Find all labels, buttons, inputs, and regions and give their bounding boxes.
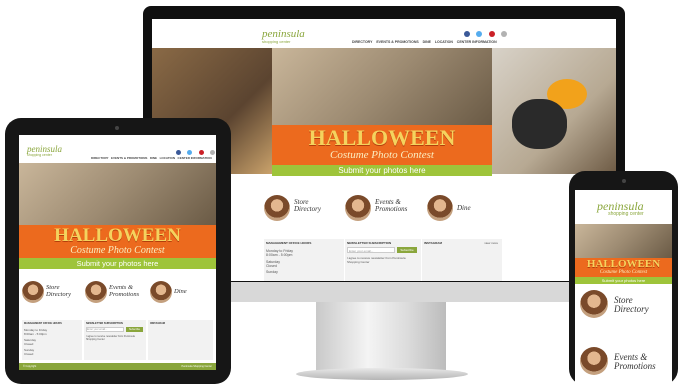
store-directory-image[interactable] <box>22 281 44 303</box>
nav-center-info[interactable]: CENTER INFORMATION <box>457 40 497 44</box>
tablet-camera <box>115 126 119 130</box>
tablet-office-hours: MANAGEMENT OFFICE HOURS Monday to Friday… <box>22 320 82 360</box>
site-logo[interactable]: peninsula shopping center <box>262 29 305 44</box>
events-image[interactable] <box>85 281 107 303</box>
office-hours-panel: MANAGEMENT OFFICE HOURS Monday to Friday… <box>264 239 344 281</box>
tablet-main-nav: DIRECTORY EVENTS & PROMOTIONS DINE LOCAT… <box>91 156 212 160</box>
events-link[interactable]: Events & Promotions <box>375 198 420 214</box>
newsletter-optin[interactable]: I agree to receive newsletter from Penin… <box>347 256 417 264</box>
tablet-banner-photo <box>19 163 216 225</box>
footer-credit: Peninsula Shopping Center <box>181 365 212 368</box>
dog-icon <box>512 99 567 149</box>
nav-events[interactable]: EVENTS & PROMOTIONS <box>111 156 147 160</box>
subscribe-button[interactable]: Subscribe <box>126 327 143 332</box>
tablet-newsletter: NEWSLETTER SUBSCRIPTION Enter your email… <box>84 320 146 360</box>
nav-dine[interactable]: DINE <box>150 156 157 160</box>
nav-center-info[interactable]: CENTER INFORMATION <box>178 156 212 160</box>
banner-cta[interactable]: Submit your photos here <box>272 165 492 176</box>
twitter-icon[interactable] <box>476 31 483 37</box>
store-directory-link[interactable]: Store Directory <box>294 198 334 214</box>
nav-dine[interactable]: DINE <box>423 40 431 44</box>
tablet-site-logo[interactable]: peninsula shopping center <box>27 145 62 158</box>
phone-banner-cta[interactable]: Submit your photos here <box>575 277 672 284</box>
hero-banner-photo <box>272 48 492 125</box>
store-directory-link[interactable]: Store Directory <box>614 295 664 315</box>
phone-banner-orange[interactable]: HALLOWEEN Costume Photo Contest <box>575 258 672 277</box>
instagram-icon[interactable] <box>501 31 508 37</box>
tablet-screen: peninsula shopping center DIRECTORY EVEN… <box>19 135 216 370</box>
nav-location[interactable]: LOCATION <box>160 156 175 160</box>
dine-image[interactable] <box>427 195 453 221</box>
phone-banner-photo <box>575 224 672 258</box>
nav-location[interactable]: LOCATION <box>435 40 453 44</box>
events-link[interactable]: Events & Promotions <box>109 284 149 299</box>
newsletter-panel: NEWSLETTER SUBSCRIPTION Enter your email… <box>345 239 421 281</box>
subscribe-button[interactable]: Subscribe <box>397 247 417 253</box>
hero-banner-orange[interactable]: HALLOWEEN Costume Photo Contest <box>272 125 492 165</box>
nav-directory[interactable]: DIRECTORY <box>352 40 372 44</box>
main-nav: DIRECTORY EVENTS & PROMOTIONS DINE LOCAT… <box>352 40 497 44</box>
store-directory-link[interactable]: Store Directory <box>46 284 80 299</box>
newsletter-email-input[interactable]: Enter your email... <box>86 327 124 332</box>
instagram-panel: INSTAGRAM view more <box>422 239 502 281</box>
instagram-view-more[interactable]: view more <box>484 241 498 245</box>
banner-title: HALLOWEEN <box>308 125 456 150</box>
pinterest-icon[interactable] <box>198 150 204 155</box>
tablet-instagram: INSTAGRAM <box>148 320 213 360</box>
events-image[interactable] <box>580 347 608 375</box>
phone-camera <box>622 179 626 183</box>
phone-site-logo[interactable]: peninsula shopping center <box>597 200 644 217</box>
banner-subtitle: Costume Photo Contest <box>330 149 434 161</box>
twitter-icon[interactable] <box>187 150 193 155</box>
nav-directory[interactable]: DIRECTORY <box>91 156 109 160</box>
dine-link[interactable]: Dine <box>174 288 204 296</box>
newsletter-email-input[interactable]: Enter your email... <box>347 247 395 253</box>
facebook-icon[interactable] <box>464 31 470 37</box>
nav-events[interactable]: EVENTS & PROMOTIONS <box>376 40 418 44</box>
phone-screen: peninsula shopping center HALLOWEEN Cost… <box>575 190 672 385</box>
dine-image[interactable] <box>150 281 172 303</box>
instagram-icon[interactable] <box>210 150 216 155</box>
newsletter-optin[interactable]: I agree to receive newsletter from Penin… <box>86 335 142 341</box>
monitor-base <box>296 368 468 380</box>
events-image[interactable] <box>345 195 371 221</box>
tablet-banner-orange[interactable]: HALLOWEEN Costume Photo Contest <box>19 225 216 258</box>
events-link[interactable]: Events & Promotions <box>614 352 669 372</box>
facebook-icon[interactable] <box>176 150 181 155</box>
tablet-footer: © Copyright Peninsula Shopping Center <box>19 363 216 370</box>
dine-link[interactable]: Dine <box>457 204 487 212</box>
monitor-stand <box>316 302 446 372</box>
pinterest-icon[interactable] <box>488 31 495 37</box>
footer-copyright: © Copyright <box>23 365 37 368</box>
store-directory-image[interactable] <box>264 195 290 221</box>
store-directory-image[interactable] <box>580 290 608 318</box>
tablet-banner-cta[interactable]: Submit your photos here <box>19 258 216 269</box>
